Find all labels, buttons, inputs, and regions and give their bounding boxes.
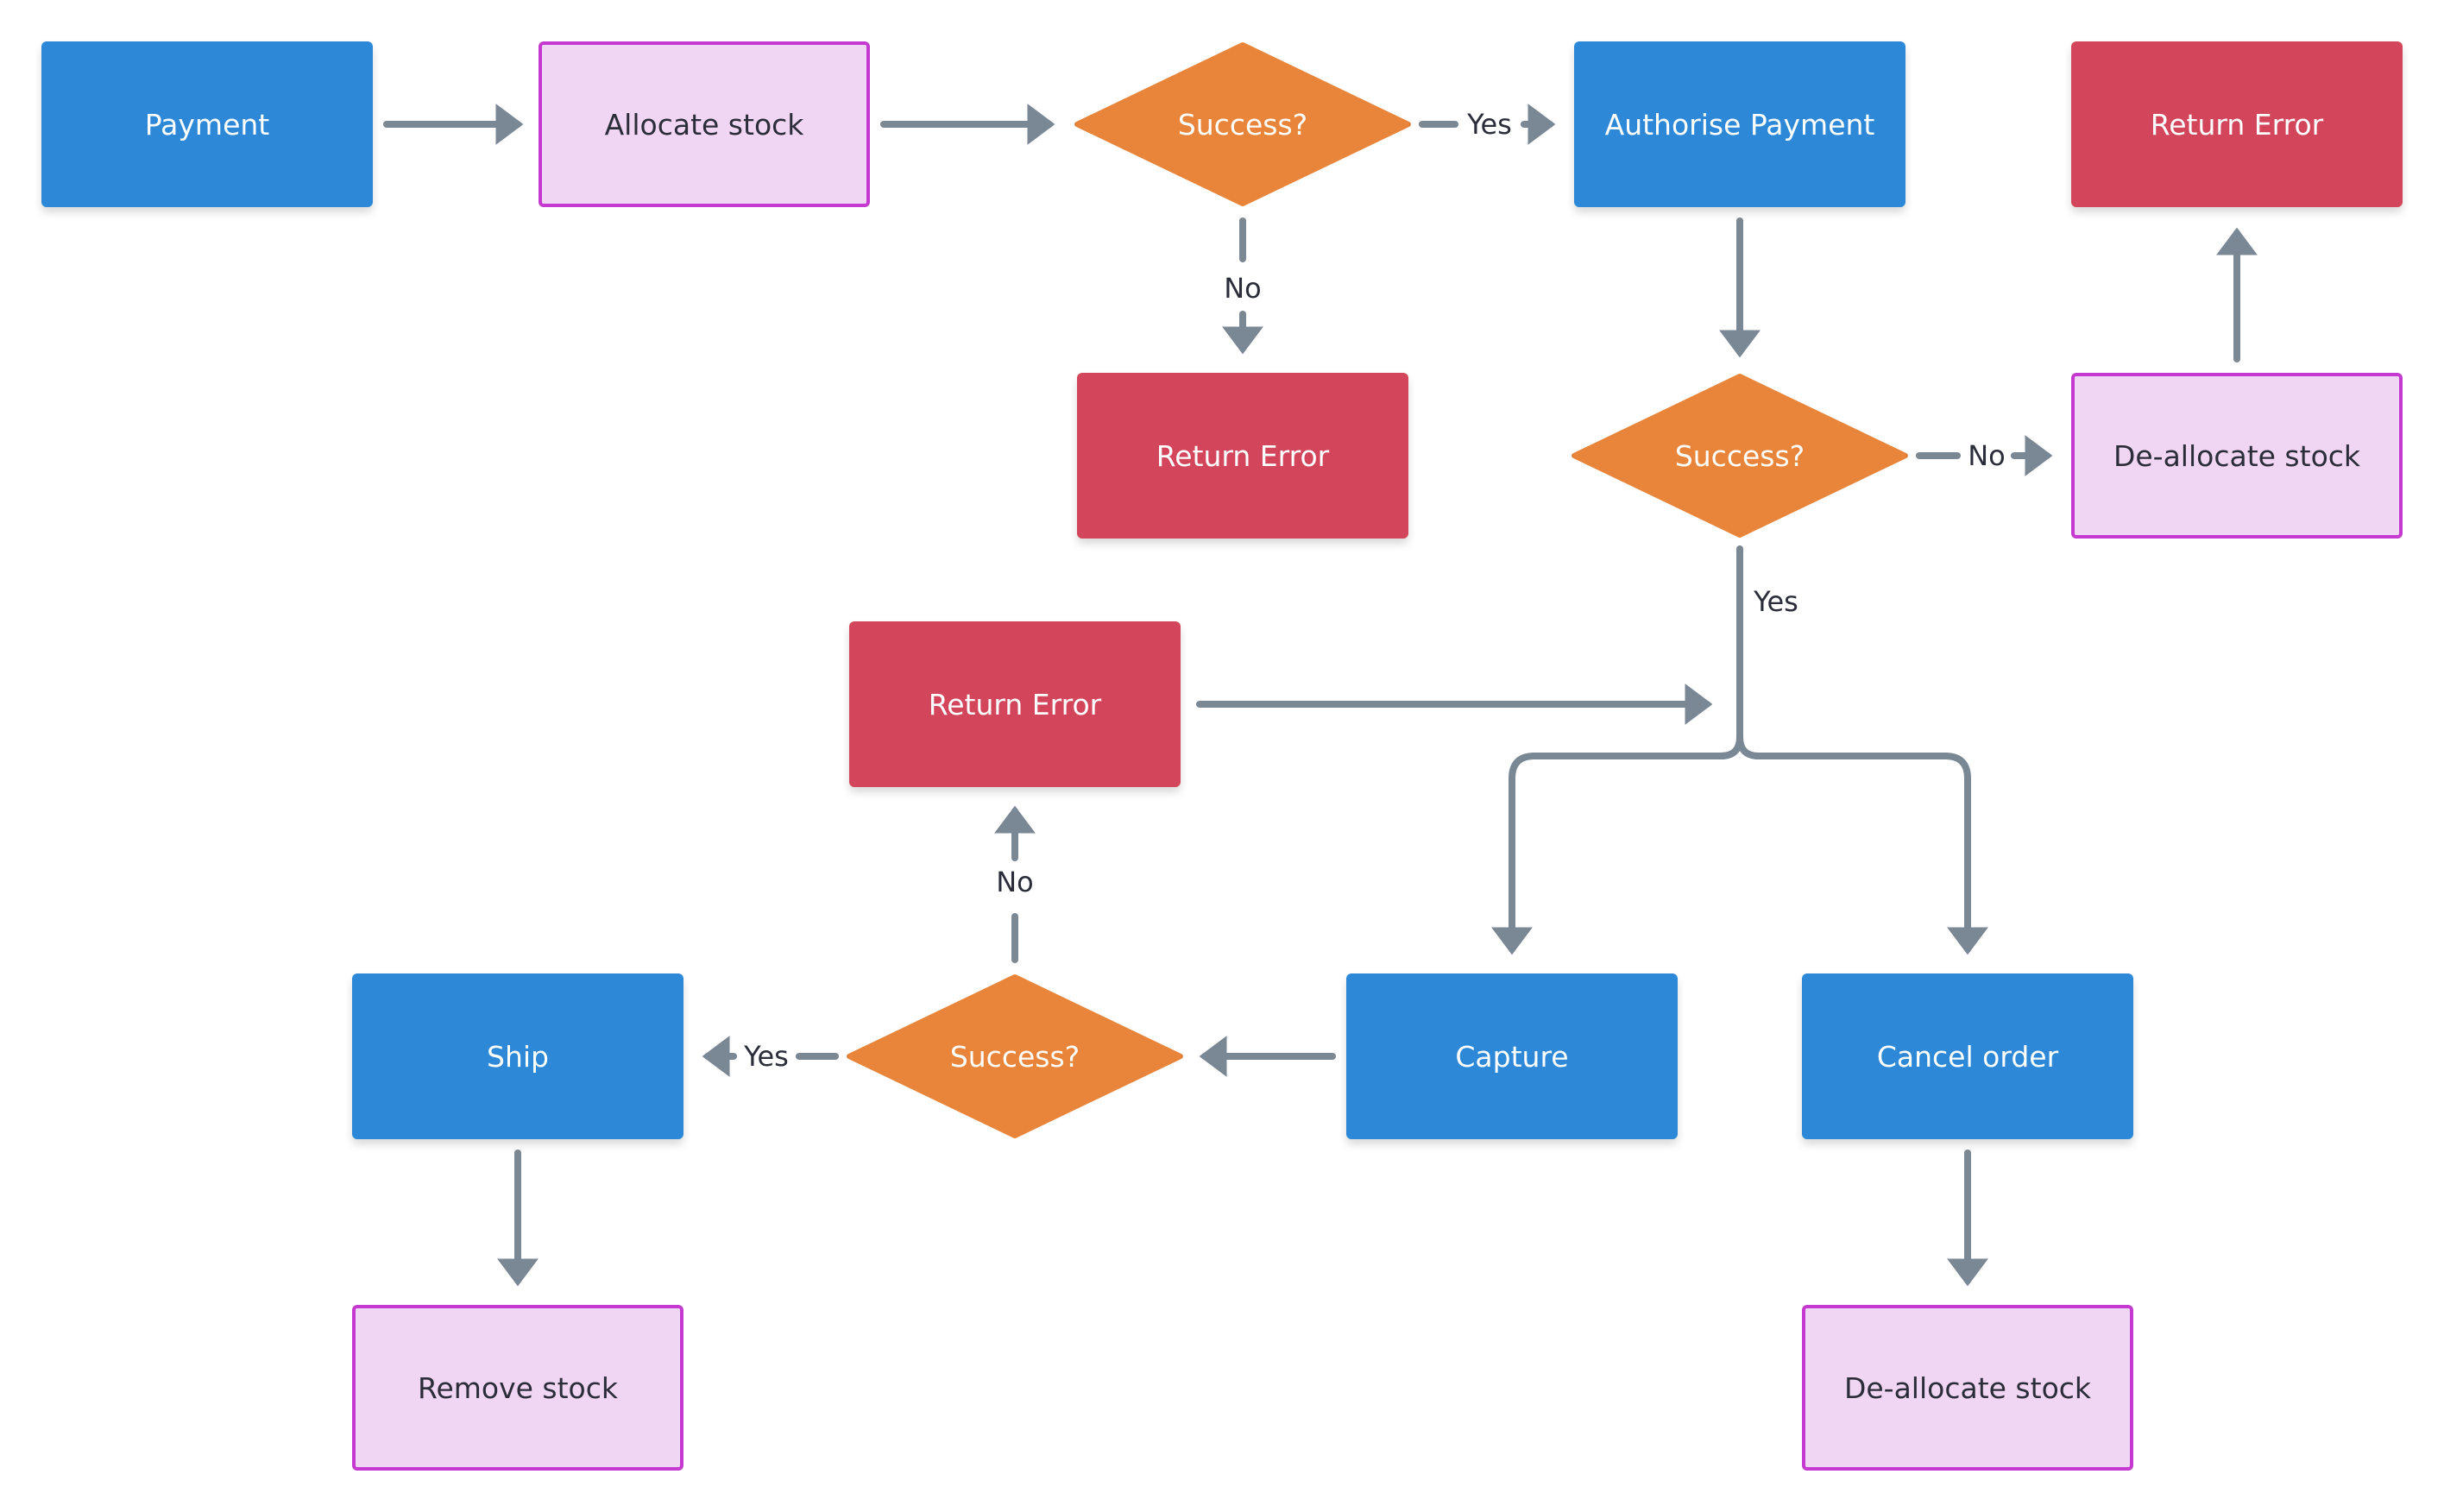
node-label: Return Error [2150, 107, 2324, 142]
node-label: Cancel order [1876, 1039, 2059, 1074]
node-label: Capture [1455, 1039, 1569, 1074]
node-authorise-payment[interactable]: Authorise Payment [1574, 41, 1905, 207]
edge-success2-yes-trunk [1491, 545, 1743, 955]
edge-label-yes: Yes [1754, 585, 1798, 618]
node-label: Payment [144, 107, 270, 142]
node-label: Return Error [928, 687, 1102, 721]
edge-label-no: No [992, 866, 1037, 898]
node-ship[interactable]: Ship [352, 973, 683, 1139]
decision-label-1: Success? [1177, 107, 1308, 142]
node-deallocate-stock-1[interactable]: De-allocate stock [2071, 373, 2403, 539]
decision-label-2: Success? [1674, 438, 1805, 473]
connector-layer [383, 42, 2258, 1287]
node-cancel-order[interactable]: Cancel order [1802, 973, 2133, 1139]
node-allocate-stock[interactable]: Allocate stock [539, 41, 870, 207]
node-label: Ship [487, 1039, 549, 1074]
node-payment[interactable]: Payment [41, 41, 373, 207]
edge-label-yes: Yes [1464, 108, 1515, 141]
node-return-error-3[interactable]: Return Error [849, 621, 1181, 787]
node-label: Authorise Payment [1604, 107, 1875, 142]
node-label: De-allocate stock [1843, 1370, 2092, 1405]
node-label: De-allocate stock [2113, 438, 2361, 473]
edge-label-no: No [1964, 439, 2009, 472]
edge-label-no: No [1220, 272, 1265, 305]
decision-label-3: Success? [949, 1039, 1080, 1074]
node-return-error-2[interactable]: Return Error [1077, 373, 1408, 539]
node-capture[interactable]: Capture [1346, 973, 1678, 1139]
node-return-error-1[interactable]: Return Error [2071, 41, 2403, 207]
edge-label-yes: Yes [740, 1040, 792, 1073]
edge-success2-yes-branch-right [1736, 734, 1988, 955]
node-label: Allocate stock [604, 107, 804, 142]
node-label: Remove stock [418, 1370, 618, 1405]
node-deallocate-stock-2[interactable]: De-allocate stock [1802, 1305, 2133, 1471]
node-remove-stock[interactable]: Remove stock [352, 1305, 683, 1471]
node-label: Return Error [1156, 438, 1330, 473]
